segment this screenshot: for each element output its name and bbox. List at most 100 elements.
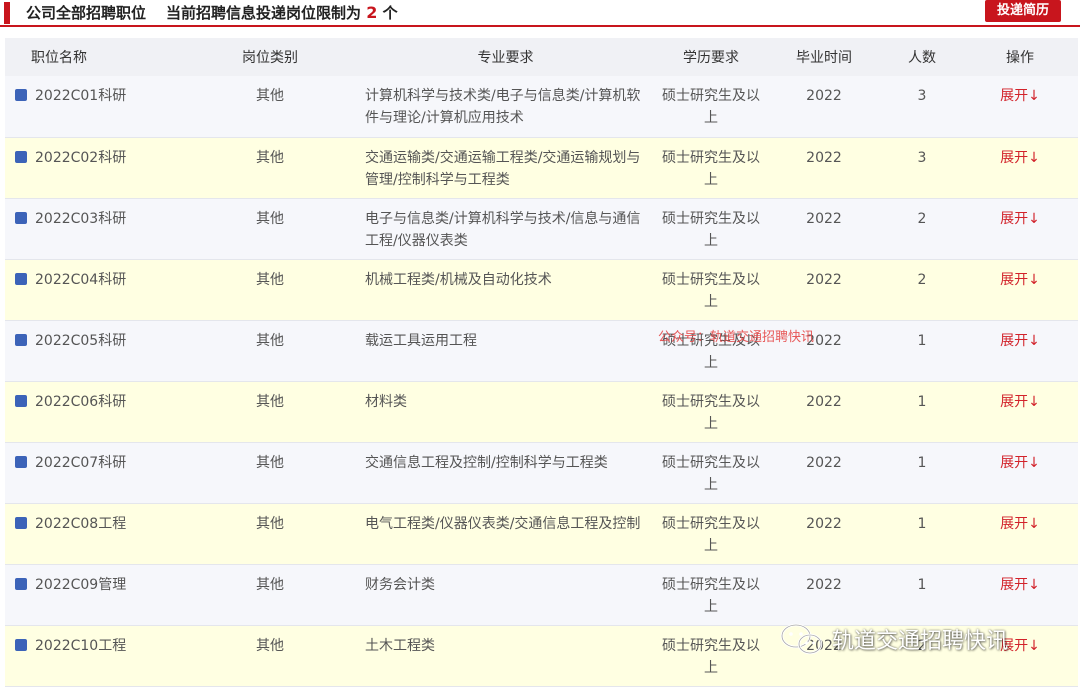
header-limit-text: 当前招聘信息投递岗位限制为 [166,4,362,22]
job-major: 计算机科学与技术类/电子与信息类/计算机软件与理论/计算机应用技术 [355,76,656,138]
job-count: 3 [882,76,962,138]
job-count: 1 [882,442,962,504]
row-square-icon [15,516,27,529]
job-count: 2 [882,198,962,260]
job-name-cell: 2022C07科研 [5,442,185,504]
job-category: 其他 [185,564,355,626]
job-name: 2022C08工程 [35,515,127,532]
job-action-cell: 展开↓ [962,381,1078,443]
header-limit-unit: 个 [382,4,398,22]
job-major: 财务会计类 [355,564,656,626]
job-education: 硕士研究生及以上 [656,381,766,443]
job-name-cell: 2022C05科研 [5,320,185,382]
job-grad-year: 2022 [766,137,882,199]
header-title: 公司全部招聘职位 当前招聘信息投递岗位限制为 2 个 [26,3,398,23]
job-action-cell: 展开↓ [962,76,1078,138]
job-category: 其他 [185,503,355,565]
job-name: 2022C05科研 [35,332,127,349]
job-category: 其他 [185,625,355,687]
table-row[interactable]: 2022C07科研 其他 交通信息工程及控制/控制科学与工程类 硕士研究生及以上… [5,442,1078,504]
job-name-cell: 2022C02科研 [5,137,185,199]
submit-resume-button[interactable]: 投递简历 [985,0,1061,22]
header-accent-bar [4,2,10,24]
column-header-category: 岗位类别 [185,38,355,76]
job-name-cell: 2022C03科研 [5,198,185,260]
watermark-text: 公众号：轨道交通招聘快讯 [658,330,815,345]
job-action-cell: 展开↓ [962,259,1078,321]
header-limit-number: 2 [366,3,378,22]
expand-link[interactable]: 展开↓ [1000,272,1040,288]
job-action-cell: 展开↓ [962,503,1078,565]
table-row[interactable]: 2022C08工程 其他 电气工程类/仪器仪表类/交通信息工程及控制 硕士研究生… [5,503,1078,565]
job-category: 其他 [185,381,355,443]
job-count: 3 [882,137,962,199]
row-square-icon [15,333,27,346]
job-name: 2022C06科研 [35,393,127,410]
expand-link[interactable]: 展开↓ [1000,150,1040,166]
job-name-cell: 2022C08工程 [5,503,185,565]
job-action-cell: 展开↓ [962,564,1078,626]
table-row[interactable]: 2022C09管理 其他 财务会计类 硕士研究生及以上 2022 1 展开↓ [5,564,1078,626]
table-row[interactable]: 2022C02科研 其他 交通运输类/交通运输工程类/交通运输规划与管理/控制科… [5,137,1078,199]
column-header-name: 职位名称 [5,38,185,76]
job-action-cell: 展开↓ [962,442,1078,504]
job-category: 其他 [185,442,355,504]
job-count: 1 [882,320,962,382]
job-name-cell: 2022C04科研 [5,259,185,321]
job-education: 硕士研究生及以上 [656,76,766,138]
job-action-cell: 展开↓ [962,198,1078,260]
job-education: 硕士研究生及以上 [656,564,766,626]
table-header-row: 职位名称 岗位类别 专业要求 学历要求 毕业时间 人数 操作 [5,38,1078,76]
column-header-major: 专业要求 [355,38,656,76]
job-grad-year: 2022 [766,381,882,443]
job-major: 载运工具运用工程 [355,320,656,382]
page-header: 公司全部招聘职位 当前招聘信息投递岗位限制为 2 个 投递简历 [0,0,1080,28]
row-square-icon [15,211,27,224]
row-square-icon [15,638,27,651]
job-category: 其他 [185,259,355,321]
job-major: 交通信息工程及控制/控制科学与工程类 [355,442,656,504]
job-education: 硕士研究生及以上 [656,503,766,565]
job-name-cell: 2022C01科研 [5,76,185,138]
job-major: 交通运输类/交通运输工程类/交通运输规划与管理/控制科学与工程类 [355,137,656,199]
expand-link[interactable]: 展开↓ [1000,88,1040,104]
job-count: 1 [882,381,962,443]
job-action-cell: 展开↓ [962,137,1078,199]
expand-link[interactable]: 展开↓ [1000,516,1040,532]
expand-link[interactable]: 展开↓ [1000,455,1040,471]
job-major: 材料类 [355,381,656,443]
job-category: 其他 [185,137,355,199]
expand-link[interactable]: 展开↓ [1000,333,1040,349]
expand-link[interactable]: 展开↓ [1000,394,1040,410]
job-name: 2022C04科研 [35,271,127,288]
table-row[interactable]: 2022C03科研 其他 电子与信息类/计算机科学与技术/信息与通信工程/仪器仪… [5,198,1078,260]
header-divider [0,25,1080,27]
job-category: 其他 [185,198,355,260]
job-count: 1 [882,564,962,626]
table-row[interactable]: 2022C04科研 其他 机械工程类/机械及自动化技术 硕士研究生及以上 202… [5,259,1078,321]
job-category: 其他 [185,320,355,382]
row-square-icon [15,577,27,590]
table-row[interactable]: 2022C06科研 其他 材料类 硕士研究生及以上 2022 1 展开↓ [5,381,1078,443]
expand-link[interactable]: 展开↓ [1000,211,1040,227]
job-education: 硕士研究生及以上 [656,625,766,687]
brand-text: 轨道交通招聘快讯 [832,629,1009,654]
job-name-cell: 2022C09管理 [5,564,185,626]
expand-link[interactable]: 展开↓ [1000,577,1040,593]
job-count: 2 [882,259,962,321]
job-grad-year: 2022 [766,259,882,321]
table-row[interactable]: 2022C05科研 其他 载运工具运用工程 硕士研究生及以上 2022 1 展开… [5,320,1078,382]
job-action-cell: 展开↓ [962,320,1078,382]
column-header-action: 操作 [962,38,1078,76]
job-grad-year: 2022 [766,503,882,565]
table-row[interactable]: 2022C01科研 其他 计算机科学与技术类/电子与信息类/计算机软件与理论/计… [5,76,1078,138]
job-education: 硕士研究生及以上 [656,198,766,260]
job-education: 硕士研究生及以上 [656,137,766,199]
header-title-main: 公司全部招聘职位 [26,4,147,22]
job-education: 硕士研究生及以上 [656,442,766,504]
job-education: 硕士研究生及以上 [656,259,766,321]
brand-watermark: 轨道交通招聘快讯 [780,622,1008,656]
job-grad-year: 2022 [766,442,882,504]
column-header-grad-year: 毕业时间 [766,38,882,76]
job-grad-year: 2022 [766,198,882,260]
